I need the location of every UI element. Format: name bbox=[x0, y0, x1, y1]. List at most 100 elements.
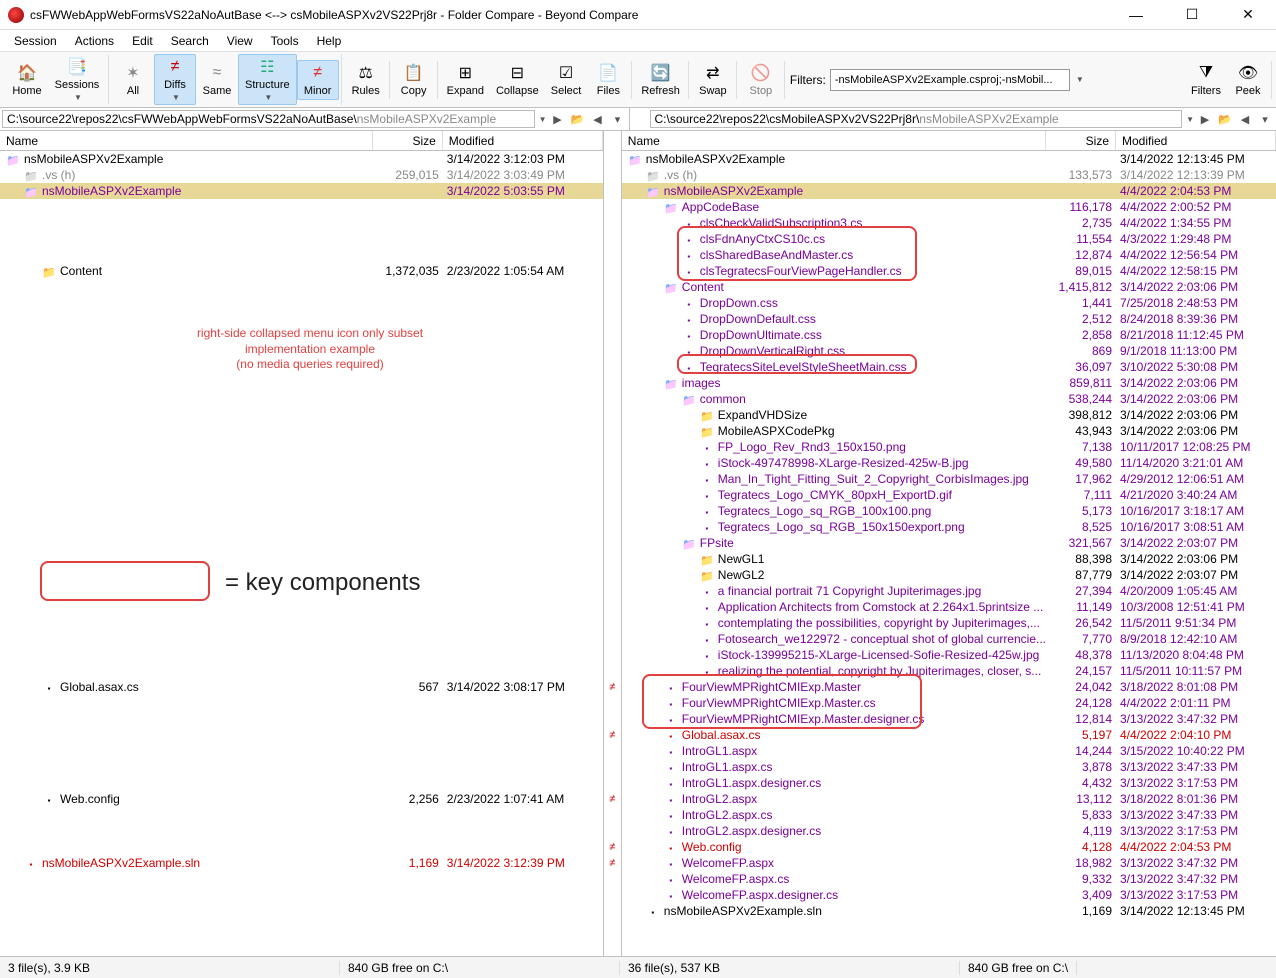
right-file-list[interactable]: nsMobileASPXv2Example3/14/2022 12:13:45 … bbox=[622, 151, 1276, 956]
menu-tools[interactable]: Tools bbox=[263, 32, 307, 50]
table-row[interactable]: NewGL287,7793/14/2022 2:03:07 PM bbox=[622, 567, 1276, 583]
refresh-button[interactable]: 🔄Refresh bbox=[635, 61, 686, 99]
filters-dropdown[interactable]: ▼ bbox=[1076, 75, 1084, 84]
table-row[interactable] bbox=[0, 519, 603, 535]
table-row[interactable]: iStock-497478998-XLarge-Resized-425w-B.j… bbox=[622, 455, 1276, 471]
table-row[interactable] bbox=[0, 455, 603, 471]
stop-button[interactable]: 🚫Stop bbox=[740, 61, 782, 99]
table-row[interactable] bbox=[0, 215, 603, 231]
table-row[interactable] bbox=[0, 599, 603, 615]
files-button[interactable]: 📄Files bbox=[587, 61, 629, 99]
table-row[interactable] bbox=[0, 631, 603, 647]
table-row[interactable]: ExpandVHDSize398,8123/14/2022 2:03:06 PM bbox=[622, 407, 1276, 423]
table-row[interactable]: clsCheckValidSubscription3.cs2,7354/4/20… bbox=[622, 215, 1276, 231]
sessions-button[interactable]: 📑Sessions▼ bbox=[48, 55, 106, 104]
table-row[interactable] bbox=[0, 423, 603, 439]
table-row[interactable]: DropDown.css1,4417/25/2018 2:48:53 PM bbox=[622, 295, 1276, 311]
table-row[interactable]: DropDownUltimate.css2,8588/21/2018 11:12… bbox=[622, 327, 1276, 343]
table-row[interactable] bbox=[0, 839, 603, 855]
filters-button[interactable]: ⧩Filters bbox=[1185, 61, 1227, 99]
table-row[interactable] bbox=[0, 247, 603, 263]
table-row[interactable]: clsTegratecsFourViewPageHandler.cs89,015… bbox=[622, 263, 1276, 279]
table-row[interactable]: Tegratecs_Logo_CMYK_80pxH_ExportD.gif7,1… bbox=[622, 487, 1276, 503]
table-row[interactable] bbox=[0, 407, 603, 423]
filters-input[interactable] bbox=[830, 69, 1070, 91]
table-row[interactable]: IntroGL1.aspx.designer.cs4,4323/13/2022 … bbox=[622, 775, 1276, 791]
table-row[interactable] bbox=[0, 439, 603, 455]
table-row[interactable]: contemplating the possibilities, copyrig… bbox=[622, 615, 1276, 631]
table-row[interactable]: nsMobileASPXv2Example3/14/2022 12:13:45 … bbox=[622, 151, 1276, 167]
maximize-button[interactable]: ☐ bbox=[1172, 3, 1212, 27]
menu-session[interactable]: Session bbox=[6, 32, 65, 50]
table-row[interactable]: Man_In_Tight_Fitting_Suit_2_Copyright_Co… bbox=[622, 471, 1276, 487]
table-row[interactable]: FourViewMPRightCMIExp.Master24,0423/18/2… bbox=[622, 679, 1276, 695]
table-row[interactable]: FourViewMPRightCMIExp.Master.designer.cs… bbox=[622, 711, 1276, 727]
table-row[interactable]: IntroGL1.aspx14,2443/15/2022 10:40:22 PM bbox=[622, 743, 1276, 759]
menu-edit[interactable]: Edit bbox=[124, 32, 161, 50]
table-row[interactable]: images859,8113/14/2022 2:03:06 PM bbox=[622, 375, 1276, 391]
table-row[interactable]: .vs (h)259,0153/14/2022 3:03:49 PM bbox=[0, 167, 603, 183]
table-row[interactable]: WelcomeFP.aspx18,9823/13/2022 3:47:32 PM bbox=[622, 855, 1276, 871]
collapse-button[interactable]: ⊟Collapse bbox=[490, 61, 545, 99]
table-row[interactable]: nsMobileASPXv2Example.sln1,1693/14/2022 … bbox=[622, 903, 1276, 919]
menu-search[interactable]: Search bbox=[163, 32, 217, 50]
table-row[interactable]: NewGL188,3983/14/2022 2:03:06 PM bbox=[622, 551, 1276, 567]
table-row[interactable] bbox=[0, 199, 603, 215]
table-row[interactable] bbox=[0, 775, 603, 791]
table-row[interactable] bbox=[0, 375, 603, 391]
table-row[interactable]: common538,2443/14/2022 2:03:06 PM bbox=[622, 391, 1276, 407]
all-button[interactable]: ✶All bbox=[112, 61, 154, 99]
table-row[interactable]: .vs (h)133,5733/14/2022 12:13:39 PM bbox=[622, 167, 1276, 183]
table-row[interactable] bbox=[0, 231, 603, 247]
table-row[interactable]: realizing the potential, copyright by Ju… bbox=[622, 663, 1276, 679]
table-row[interactable] bbox=[0, 311, 603, 327]
menu-view[interactable]: View bbox=[219, 32, 261, 50]
right-header-name[interactable]: Name bbox=[622, 131, 1046, 150]
table-row[interactable] bbox=[0, 807, 603, 823]
select-button[interactable]: ☑Select bbox=[545, 61, 588, 99]
table-row[interactable]: Global.asax.cs5,1974/4/2022 2:04:10 PM bbox=[622, 727, 1276, 743]
table-row[interactable] bbox=[0, 711, 603, 727]
diffs-button[interactable]: ≠Diffs▼ bbox=[154, 54, 196, 105]
same-button[interactable]: ≈Same bbox=[196, 61, 238, 99]
right-path-dropdown[interactable]: ▼ bbox=[1186, 115, 1194, 124]
table-row[interactable] bbox=[0, 695, 603, 711]
table-row[interactable] bbox=[0, 295, 603, 311]
table-row[interactable]: WelcomeFP.aspx.designer.cs3,4093/13/2022… bbox=[622, 887, 1276, 903]
peek-button[interactable]: 👁Peek bbox=[1227, 61, 1269, 99]
left-browse-forward-icon[interactable]: ▶ bbox=[549, 110, 567, 128]
minimize-button[interactable]: — bbox=[1116, 3, 1156, 27]
table-row[interactable] bbox=[0, 487, 603, 503]
menu-help[interactable]: Help bbox=[309, 32, 350, 50]
table-row[interactable] bbox=[0, 471, 603, 487]
table-row[interactable]: Content1,372,0352/23/2022 1:05:54 AM bbox=[0, 263, 603, 279]
table-row[interactable] bbox=[0, 391, 603, 407]
left-header-name[interactable]: Name bbox=[0, 131, 373, 150]
right-header-modified[interactable]: Modified bbox=[1116, 131, 1276, 150]
close-button[interactable]: ✕ bbox=[1228, 3, 1268, 27]
table-row[interactable] bbox=[0, 727, 603, 743]
left-file-list[interactable]: nsMobileASPXv2Example3/14/2022 3:12:03 P… bbox=[0, 151, 603, 956]
table-row[interactable]: Global.asax.cs5673/14/2022 3:08:17 PM bbox=[0, 679, 603, 695]
table-row[interactable] bbox=[0, 647, 603, 663]
table-row[interactable] bbox=[0, 535, 603, 551]
table-row[interactable]: nsMobileASPXv2Example3/14/2022 5:03:55 P… bbox=[0, 183, 603, 199]
left-header-size[interactable]: Size bbox=[373, 131, 443, 150]
table-row[interactable]: DropDownDefault.css2,5128/24/2018 8:39:3… bbox=[622, 311, 1276, 327]
table-row[interactable]: clsSharedBaseAndMaster.cs12,8744/4/2022 … bbox=[622, 247, 1276, 263]
table-row[interactable] bbox=[0, 615, 603, 631]
table-row[interactable] bbox=[0, 759, 603, 775]
table-row[interactable] bbox=[0, 823, 603, 839]
left-path-input[interactable]: C:\source22\repos22\csFWWebAppWebFormsVS… bbox=[2, 110, 535, 128]
table-row[interactable] bbox=[0, 551, 603, 567]
table-row[interactable] bbox=[0, 503, 603, 519]
rules-button[interactable]: ⚖Rules bbox=[345, 61, 387, 99]
table-row[interactable]: nsMobileASPXv2Example4/4/2022 2:04:53 PM bbox=[622, 183, 1276, 199]
table-row[interactable]: FPsite321,5673/14/2022 2:03:07 PM bbox=[622, 535, 1276, 551]
right-browse-history-icon[interactable]: ▾ bbox=[1256, 110, 1274, 128]
table-row[interactable]: Tegratecs_Logo_sq_RGB_100x100.png5,17310… bbox=[622, 503, 1276, 519]
table-row[interactable]: clsFdnAnyCtxCS10c.cs11,5544/3/2022 1:29:… bbox=[622, 231, 1276, 247]
table-row[interactable]: Web.config2,2562/23/2022 1:07:41 AM bbox=[0, 791, 603, 807]
table-row[interactable]: FourViewMPRightCMIExp.Master.cs24,1284/4… bbox=[622, 695, 1276, 711]
table-row[interactable]: AppCodeBase116,1784/4/2022 2:00:52 PM bbox=[622, 199, 1276, 215]
